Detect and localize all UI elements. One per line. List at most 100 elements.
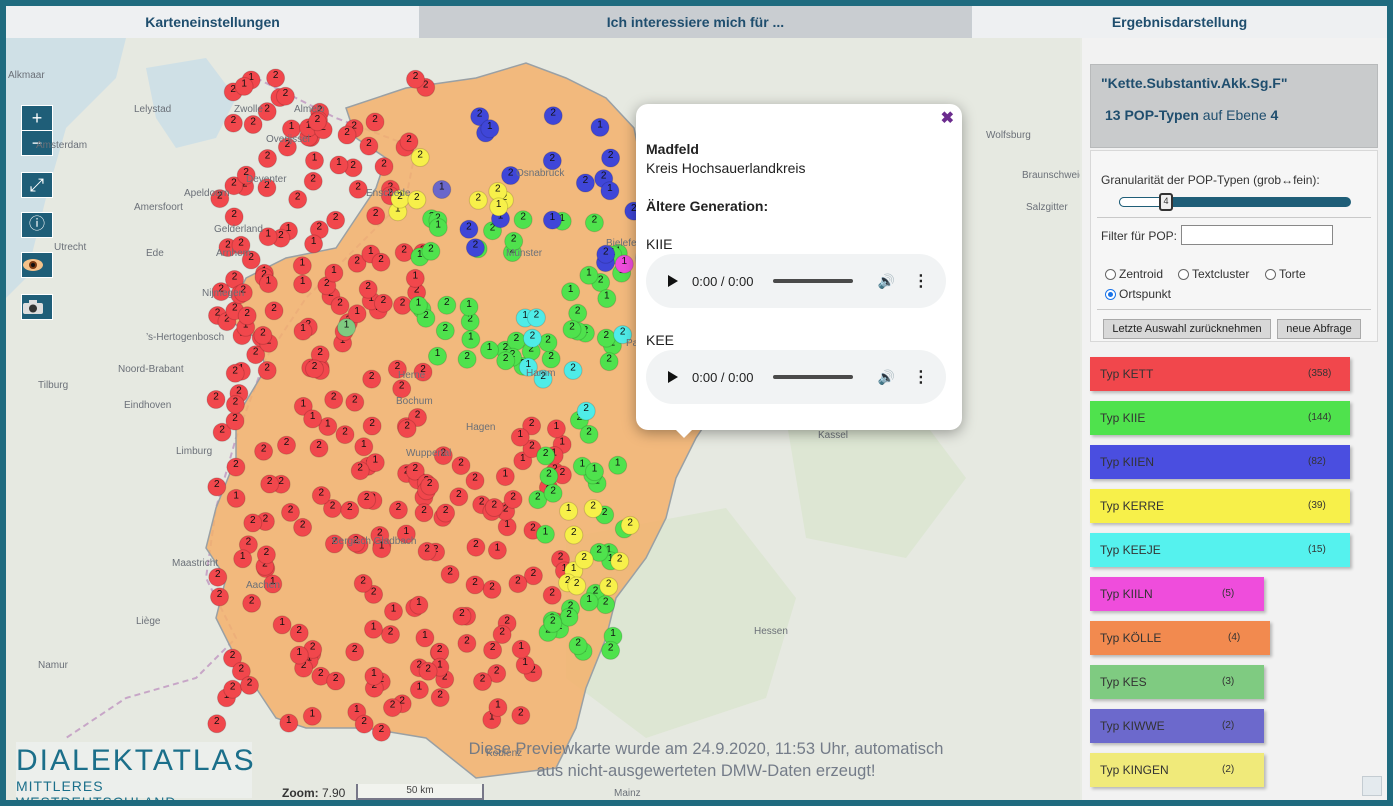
pop-marker[interactable]: 2: [366, 206, 386, 226]
pop-marker[interactable]: 2: [599, 352, 619, 372]
pop-marker[interactable]: 2: [330, 296, 350, 316]
pop-marker[interactable]: 2: [307, 112, 327, 132]
radio-torte[interactable]: Torte: [1265, 267, 1306, 281]
pop-marker[interactable]: 2: [406, 69, 425, 89]
pop-marker[interactable]: 2: [457, 349, 477, 369]
pop-marker[interactable]: 2: [254, 441, 274, 461]
pop-marker[interactable]: 2: [225, 395, 245, 414]
tab-interessen[interactable]: Ich interessiere mich für ...: [420, 6, 972, 38]
pop-marker[interactable]: 1: [258, 274, 278, 294]
pop-marker[interactable]: 2: [208, 567, 228, 587]
pop-marker[interactable]: 2: [421, 241, 441, 261]
pop-marker[interactable]: 2: [350, 461, 370, 481]
pop-marker[interactable]: 2: [449, 487, 469, 507]
pop-marker[interactable]: 2: [348, 179, 368, 199]
pop-marker[interactable]: 2: [337, 125, 357, 145]
pop-marker[interactable]: 2: [584, 213, 604, 233]
legend-item[interactable]: Typ KIIE (144): [1090, 401, 1350, 435]
pop-marker[interactable]: 2: [309, 438, 329, 458]
pop-marker[interactable]: 1: [428, 346, 447, 366]
pop-marker[interactable]: 1: [304, 234, 324, 254]
audio-player-2[interactable]: 0:00 / 0:00 🔊 ⋮: [646, 350, 946, 404]
pop-marker[interactable]: 1: [511, 639, 531, 659]
pop-marker[interactable]: 1: [354, 437, 374, 457]
pop-marker[interactable]: 2: [393, 295, 412, 315]
legend-item[interactable]: Typ KÖLLE (4): [1090, 621, 1270, 655]
pop-marker[interactable]: 2: [575, 173, 595, 193]
pop-marker[interactable]: 2: [437, 295, 457, 315]
pop-marker[interactable]: 2: [465, 471, 485, 491]
pop-marker[interactable]: 1: [305, 151, 324, 171]
pop-marker[interactable]: 2: [496, 351, 516, 371]
legend-item[interactable]: Typ KIIEN (82): [1090, 445, 1350, 479]
radio-ortspunkt[interactable]: Ortspunkt: [1105, 287, 1171, 301]
pop-marker[interactable]: 2: [542, 585, 562, 605]
pop-marker[interactable]: 2: [601, 640, 621, 660]
pop-marker[interactable]: 2: [303, 171, 323, 191]
pop-marker[interactable]: 2: [293, 517, 313, 537]
pop-marker[interactable]: 2: [277, 435, 296, 455]
pop-marker[interactable]: 1: [579, 265, 599, 285]
pop-marker[interactable]: 2: [288, 189, 308, 209]
pop-marker[interactable]: 1: [408, 295, 428, 315]
pop-marker[interactable]: 2: [264, 301, 284, 321]
pop-marker[interactable]: 2: [526, 308, 546, 328]
pop-marker[interactable]: 2: [576, 401, 596, 421]
pop-marker[interactable]: 2: [417, 541, 437, 561]
pop-marker[interactable]: 1: [461, 329, 481, 349]
pop-marker[interactable]: 1: [415, 628, 435, 648]
pop-marker[interactable]: 2: [392, 379, 412, 399]
pop-marker[interactable]: 2: [258, 149, 277, 168]
pop-marker[interactable]: 2: [562, 319, 582, 339]
pop-marker[interactable]: 2: [223, 113, 243, 133]
legend-item[interactable]: Typ KERRE (39): [1090, 489, 1350, 523]
pop-marker[interactable]: 1: [559, 501, 579, 521]
pop-marker[interactable]: 1: [614, 254, 634, 274]
pop-marker[interactable]: 1: [495, 467, 515, 487]
legend-item[interactable]: Typ KIILN (5): [1090, 577, 1264, 611]
pop-marker[interactable]: 2: [358, 279, 378, 299]
pop-marker[interactable]: 1: [600, 181, 620, 201]
pop-marker[interactable]: 2: [543, 483, 563, 503]
pop-marker[interactable]: 2: [559, 607, 579, 627]
pop-marker[interactable]: 2: [541, 349, 561, 369]
pop-marker[interactable]: 2: [414, 503, 434, 523]
pop-marker[interactable]: 2: [311, 486, 331, 505]
pop-marker[interactable]: 2: [563, 360, 583, 380]
pop-marker[interactable]: 2: [596, 328, 616, 348]
pop-marker[interactable]: 1: [364, 619, 383, 639]
pop-marker[interactable]: 1: [272, 615, 292, 635]
pop-marker[interactable]: 1: [597, 289, 617, 308]
pop-marker[interactable]: 1: [289, 645, 309, 665]
pop-marker[interactable]: 2: [210, 587, 229, 607]
legend-item[interactable]: Typ KETT (358): [1090, 357, 1350, 391]
legend-item[interactable]: Typ KES (3): [1090, 665, 1264, 699]
legend-item[interactable]: Typ KINGEN (2): [1090, 753, 1264, 787]
pop-marker[interactable]: 2: [483, 640, 503, 660]
pop-marker[interactable]: 1: [459, 297, 479, 317]
pop-marker[interactable]: 2: [362, 369, 382, 389]
pop-marker[interactable]: 1: [428, 218, 448, 237]
pop-marker[interactable]: 2: [335, 425, 355, 445]
pop-marker[interactable]: 2: [365, 112, 385, 132]
pop-marker[interactable]: 2: [503, 489, 523, 509]
pop-marker[interactable]: 2: [388, 500, 408, 520]
pop-marker[interactable]: 1: [608, 455, 628, 475]
pop-marker[interactable]: 2: [237, 306, 257, 326]
pop-marker[interactable]: 2: [397, 419, 417, 439]
pop-marker[interactable]: 1: [324, 263, 344, 283]
pop-marker[interactable]: 1: [337, 318, 356, 338]
more-options-icon[interactable]: ⋮: [913, 367, 929, 387]
pop-marker[interactable]: 2: [457, 633, 477, 653]
pop-marker[interactable]: 2: [256, 545, 276, 565]
pop-marker[interactable]: 2: [538, 333, 558, 353]
pop-marker[interactable]: 1: [487, 540, 507, 560]
pop-marker[interactable]: 1: [302, 706, 322, 726]
more-options-icon[interactable]: ⋮: [913, 271, 929, 291]
pop-marker[interactable]: 2: [374, 157, 394, 177]
pop-marker[interactable]: 2: [353, 573, 373, 593]
pop-marker[interactable]: 2: [436, 503, 456, 523]
pop-marker[interactable]: 2: [260, 474, 280, 494]
pop-marker[interactable]: 2: [225, 363, 245, 383]
zoom-in-button[interactable]: +: [21, 105, 53, 131]
